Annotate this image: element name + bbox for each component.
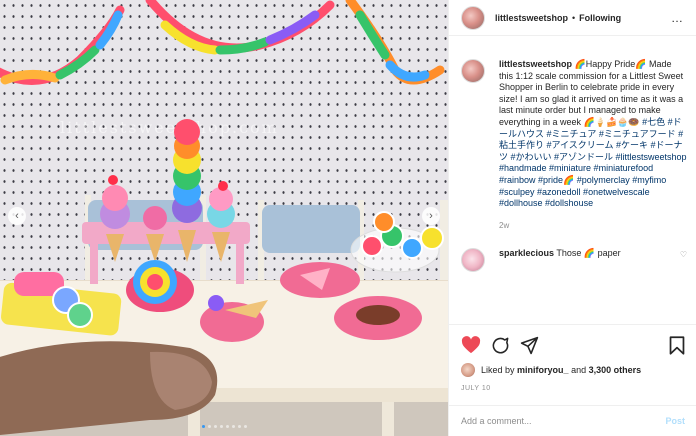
- post-actions: Liked by miniforyou_ and 3,300 others JU…: [449, 324, 696, 392]
- carousel-dot: [219, 425, 223, 428]
- add-comment-bar: Post: [449, 405, 696, 436]
- carousel-indicator: [0, 425, 448, 428]
- separator-dot: •: [572, 12, 576, 23]
- carousel-dot: [243, 425, 247, 428]
- comment-like-icon[interactable]: ♡: [680, 250, 687, 259]
- miniature-sweets: [0, 119, 444, 435]
- comment-text-block: sparklecious Those 🌈 paper: [499, 248, 674, 259]
- caption: littlestsweetshop 🌈Happy Pride🌈 Made thi…: [461, 47, 687, 231]
- bookmark-icon[interactable]: [669, 335, 685, 355]
- liker-username[interactable]: miniforyou_: [517, 365, 569, 375]
- comment-item: sparklecious Those 🌈 paper ♡: [461, 248, 687, 273]
- caption-username[interactable]: littlestsweetshop: [499, 59, 572, 69]
- likes-count[interactable]: 3,300 others: [589, 365, 642, 375]
- comment-input[interactable]: [461, 416, 666, 426]
- action-icons: [461, 333, 685, 357]
- likes-prefix: Liked by: [481, 365, 515, 375]
- prev-slide-button[interactable]: ‹: [8, 207, 26, 225]
- carousel-dot: [207, 425, 211, 428]
- post-side-panel: littlestsweetshop • Following … littlest…: [448, 0, 696, 436]
- comment-text: Those 🌈 paper: [556, 248, 621, 259]
- liker-avatar[interactable]: [461, 363, 475, 377]
- comment-username[interactable]: sparklecious: [499, 248, 554, 258]
- likes-and: and: [571, 365, 587, 375]
- post-comment-button[interactable]: Post: [665, 416, 685, 426]
- instagram-post-modal: littlestsweetshop.com ‹ › littlestsweets…: [0, 0, 696, 436]
- carousel-dot: [201, 425, 205, 428]
- carousel-dot: [237, 425, 241, 428]
- carousel-dot: [213, 425, 217, 428]
- caption-hashtags[interactable]: #七色 #ドールハウス #ミニチュア #ミニチュアフード #粘土手作り #アイス…: [499, 117, 687, 208]
- caption-text-block: littlestsweetshop 🌈Happy Pride🌈 Made thi…: [499, 59, 687, 231]
- like-heart-icon[interactable]: [461, 336, 481, 354]
- header-username[interactable]: littlestsweetshop: [495, 13, 568, 23]
- avatar[interactable]: [461, 248, 485, 273]
- avatar[interactable]: [461, 5, 485, 30]
- likes-summary: Liked by miniforyou_ and 3,300 others: [461, 363, 685, 377]
- post-date: JULY 10: [461, 385, 491, 392]
- post-age: 2w: [499, 220, 510, 230]
- post-header: littlestsweetshop • Following …: [449, 0, 696, 36]
- avatar[interactable]: [461, 59, 485, 83]
- next-slide-button[interactable]: ›: [422, 207, 440, 225]
- share-icon[interactable]: [520, 336, 539, 355]
- post-photo[interactable]: littlestsweetshop.com ‹ ›: [0, 0, 448, 436]
- carousel-dot: [225, 425, 229, 428]
- comments-section[interactable]: littlestsweetshop 🌈Happy Pride🌈 Made thi…: [449, 37, 696, 324]
- comment-icon[interactable]: [491, 336, 510, 355]
- more-options-icon[interactable]: …: [671, 11, 684, 25]
- following-button[interactable]: Following: [579, 13, 621, 23]
- carousel-dot: [231, 425, 235, 428]
